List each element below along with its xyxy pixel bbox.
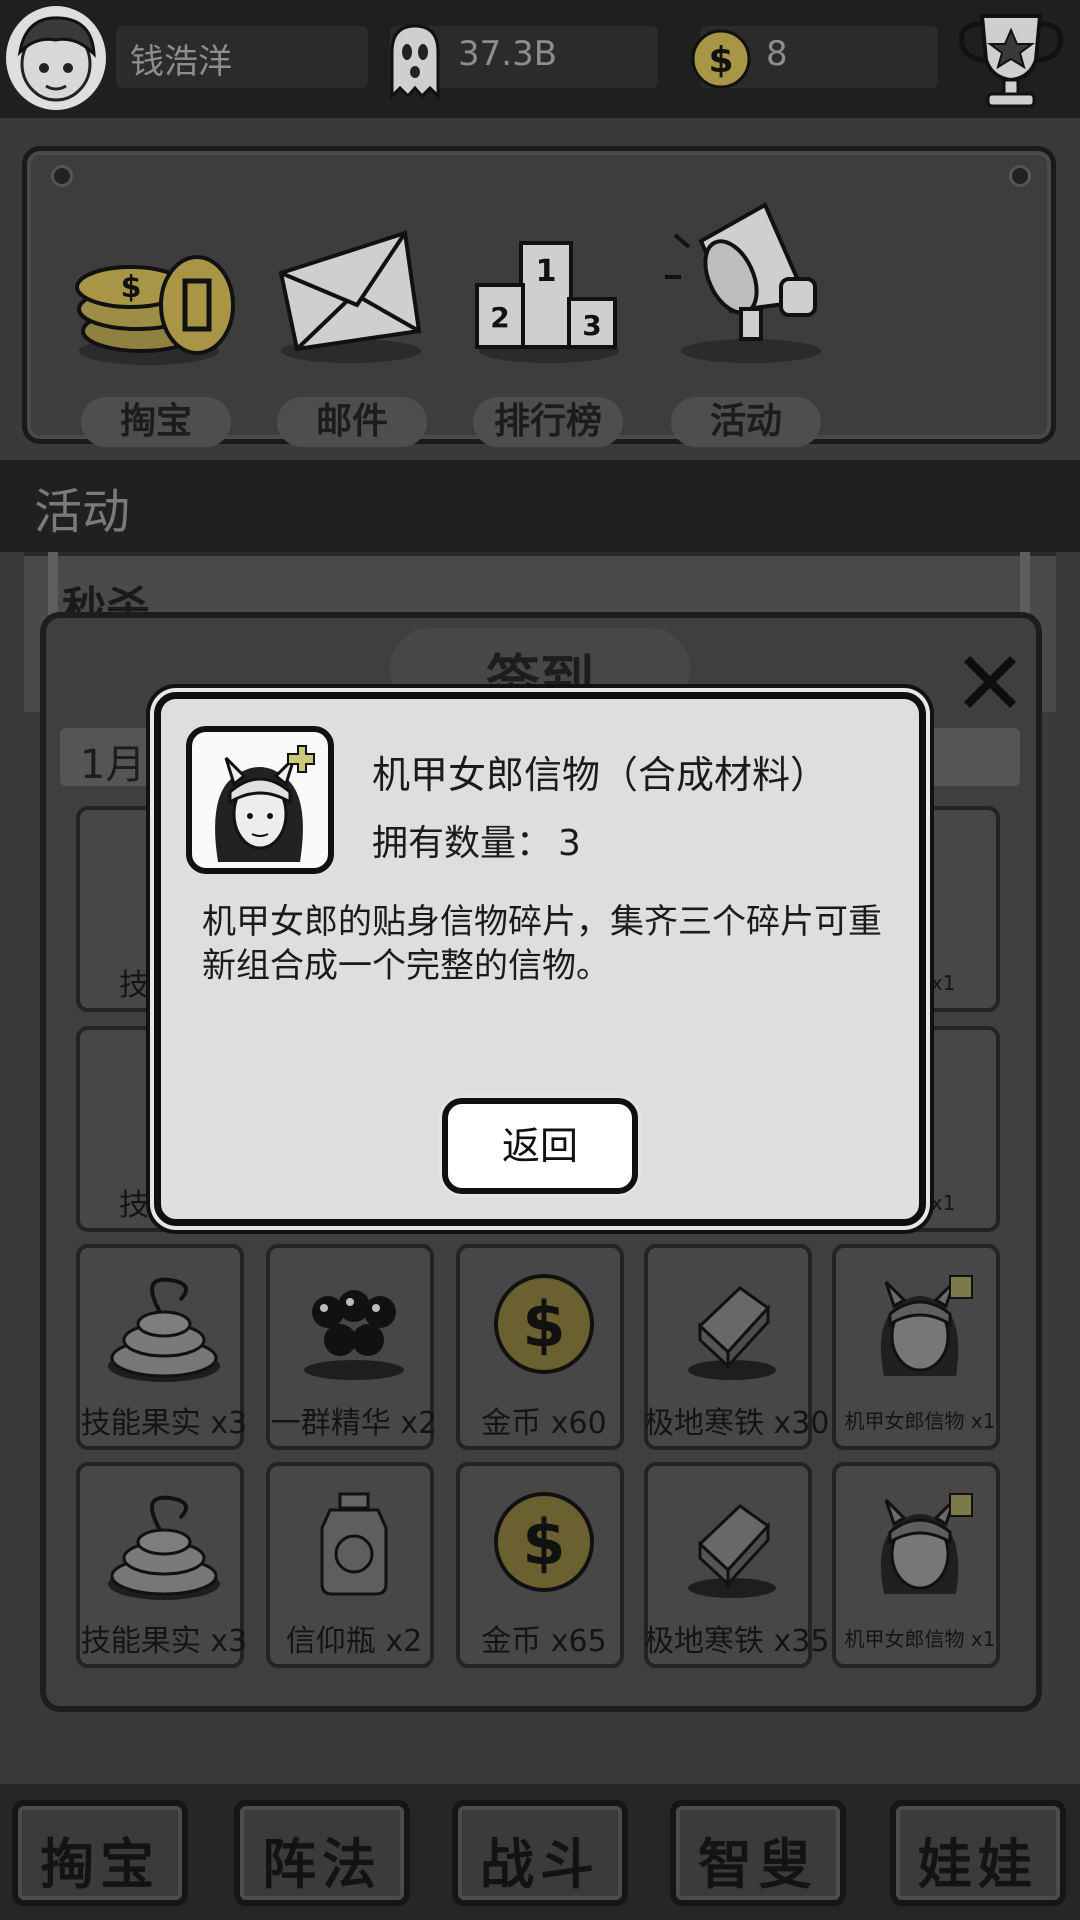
nav-sage[interactable]: 智叟 xyxy=(670,1800,846,1906)
svg-text:$: $ xyxy=(522,1506,565,1579)
reward-cell[interactable]: 机甲女郎信物 x1 xyxy=(832,1462,1000,1668)
reward-cell[interactable]: $ 金币 x65 xyxy=(456,1462,624,1668)
megaphone-icon xyxy=(665,202,821,363)
reward-label: 极地寒铁 x30 xyxy=(644,1406,830,1441)
essence-cluster-icon xyxy=(304,1290,404,1380)
reward-label: 极地寒铁 x35 xyxy=(644,1624,830,1659)
gold-coin-icon: $ xyxy=(494,1274,594,1374)
reward-cell[interactable]: 极地寒铁 x35 xyxy=(644,1462,829,1668)
envelope-icon xyxy=(278,230,422,363)
nav-label: 智叟 xyxy=(698,1833,818,1896)
mecha-girl-token-icon xyxy=(215,745,315,862)
reward-label: 一群精华 x2 xyxy=(270,1406,438,1441)
svg-text:3: 3 xyxy=(582,309,601,342)
reward-label: 信仰瓶 x2 xyxy=(285,1624,423,1659)
svg-text:$: $ xyxy=(121,270,142,305)
nav-formation[interactable]: 阵法 xyxy=(234,1800,410,1906)
polar-iron-icon xyxy=(688,1504,776,1598)
menu-item-events[interactable]: 活动 xyxy=(661,181,831,447)
item-quantity: 拥有数量： 3 xyxy=(372,814,581,866)
skill-fruit-icon xyxy=(108,1277,220,1382)
reward-cell[interactable]: 一群精华 x2 xyxy=(266,1244,437,1450)
menu-item-taobao[interactable]: $ 掏宝 xyxy=(71,181,241,447)
dollar-coin-icon: $ xyxy=(691,29,751,89)
item-quantity-label: 拥有数量： xyxy=(372,823,553,864)
reward-cell[interactable]: $ 金币 x60 xyxy=(456,1244,624,1450)
ghost-icon xyxy=(390,24,440,100)
nav-battle[interactable]: 战斗 xyxy=(452,1800,628,1906)
reward-label: 技能果实 x3 xyxy=(80,1406,248,1441)
board-pin xyxy=(1009,165,1031,187)
item-icon-frame xyxy=(186,726,334,874)
svg-text:1: 1 xyxy=(536,254,557,289)
item-description: 机甲女郎的贴身信物碎片，集齐三个碎片可重新组合成一个完整的信物。 xyxy=(202,902,882,986)
reward-label: 金币 x60 xyxy=(481,1406,607,1441)
nav-taobao[interactable]: 掏宝 xyxy=(12,1800,188,1906)
menu-label: 排行榜 xyxy=(473,397,623,447)
nav-dolls[interactable]: 娃娃 xyxy=(890,1800,1066,1906)
trophy-icon[interactable] xyxy=(952,8,1070,112)
gold-coin-icon: $ xyxy=(494,1492,594,1592)
section-title: 活动 xyxy=(34,484,131,540)
skill-fruit-icon xyxy=(108,1495,220,1600)
reward-cell[interactable]: 极地寒铁 x30 xyxy=(644,1244,829,1450)
item-title: 机甲女郎信物（合成材料） xyxy=(372,753,829,797)
polar-iron-icon xyxy=(688,1286,776,1380)
main-menu-board: $ 掏宝 邮件 1 2 3 排行榜 活动 xyxy=(22,146,1056,447)
nav-label: 战斗 xyxy=(480,1833,600,1896)
menu-label: 邮件 xyxy=(277,397,427,447)
ghost-currency-value: 37.3B xyxy=(458,34,558,74)
mecha-girl-token-icon xyxy=(880,1275,973,1376)
svg-text:$: $ xyxy=(522,1288,565,1361)
reward-label: 技能果实 x3 xyxy=(80,1624,248,1659)
svg-text:2: 2 xyxy=(490,301,509,334)
board-pin xyxy=(51,165,73,187)
player-avatar[interactable] xyxy=(6,6,106,110)
reward-label: 机甲女郎信物 x1 xyxy=(844,1627,996,1651)
reward-cell[interactable]: 技能果实 x3 xyxy=(76,1244,247,1450)
menu-label: 活动 xyxy=(671,397,821,447)
reward-label: 机甲女郎信物 x1 xyxy=(844,1409,996,1433)
reward-cell[interactable]: 信仰瓶 x2 xyxy=(266,1462,434,1668)
mecha-girl-token-icon xyxy=(880,1493,973,1594)
month-label: 1月 xyxy=(80,742,146,788)
coin-pile-icon: $ xyxy=(75,255,235,365)
section-header-bar xyxy=(0,460,1080,552)
player-name: 钱浩洋 xyxy=(130,42,232,82)
faith-bottle-icon xyxy=(320,1492,388,1596)
menu-label: 掏宝 xyxy=(81,397,231,447)
menu-item-mail[interactable]: 邮件 xyxy=(267,181,437,447)
reward-cell[interactable]: 技能果实 x3 xyxy=(76,1462,247,1668)
reward-cell[interactable]: 机甲女郎信物 x1 xyxy=(832,1244,1000,1450)
close-icon[interactable] xyxy=(956,648,1024,716)
reward-label: 金币 x65 xyxy=(481,1624,607,1659)
podium-icon: 1 2 3 xyxy=(475,241,619,363)
menu-item-leaderboard[interactable]: 1 2 3 排行榜 xyxy=(463,181,633,447)
back-button[interactable]: 返回 xyxy=(442,1098,638,1194)
svg-text:$: $ xyxy=(708,40,733,81)
coin-currency-value: 8 xyxy=(766,34,788,74)
item-quantity-value: 3 xyxy=(558,823,581,864)
nav-label: 娃娃 xyxy=(918,1833,1038,1896)
nav-label: 掏宝 xyxy=(40,1833,160,1896)
nav-label: 阵法 xyxy=(262,1833,382,1896)
